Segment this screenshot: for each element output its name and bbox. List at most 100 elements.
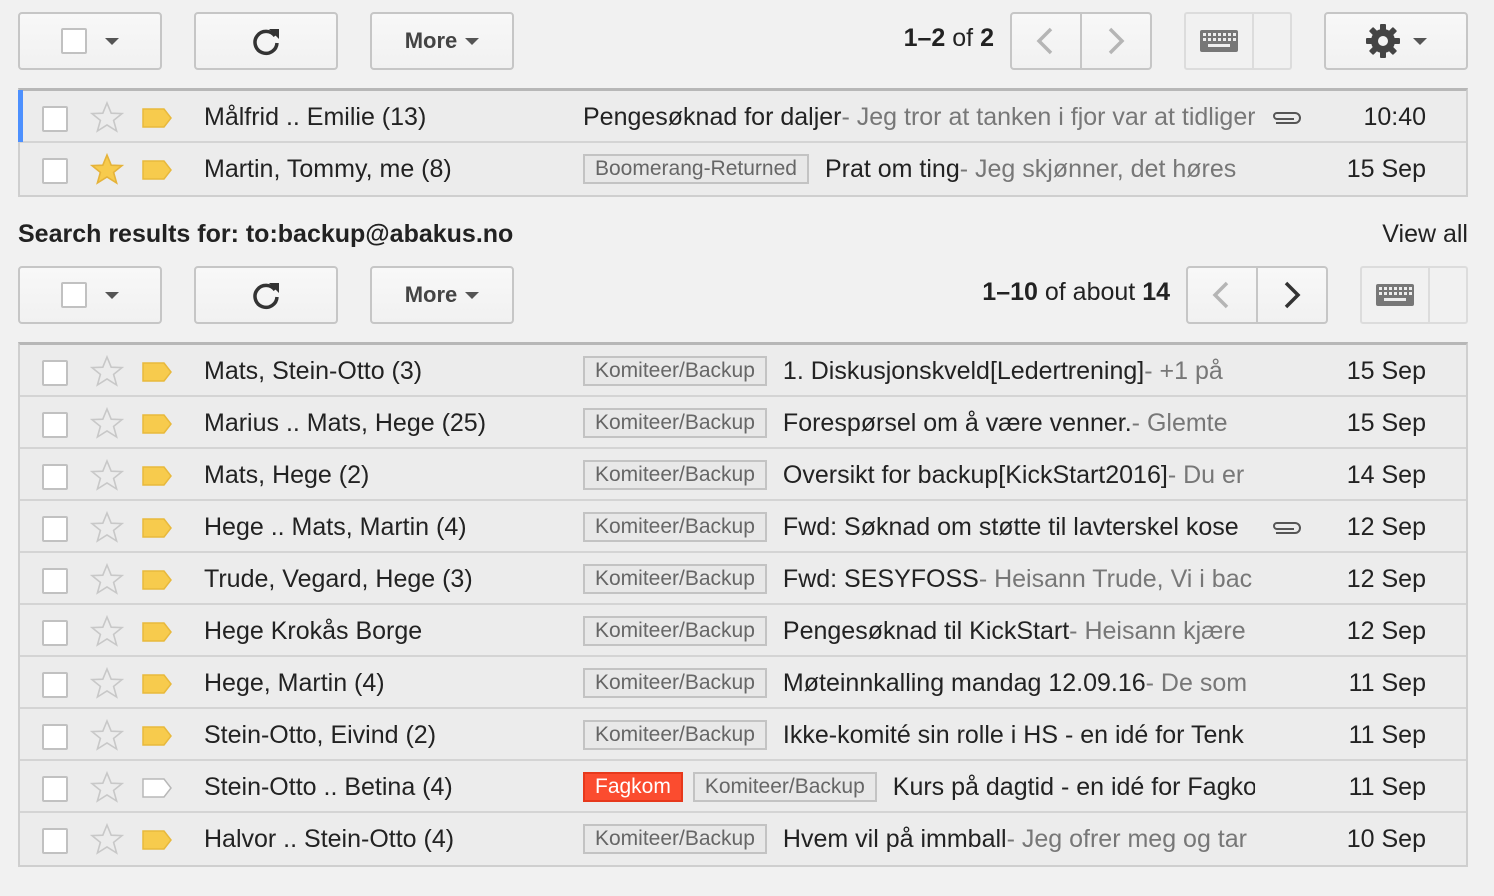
star-icon[interactable] [90,823,124,857]
star-icon[interactable] [90,615,124,649]
select-all-checkbox[interactable] [61,282,87,308]
date: 14 Sep [1346,461,1426,489]
important-marker-icon[interactable] [142,570,172,590]
star-icon[interactable] [90,667,124,701]
message-row[interactable]: Martin, Tommy, me (8) Boomerang-Returned P… [20,143,1466,195]
label-chip[interactable]: Komiteer/Backup [583,668,767,698]
message-content[interactable]: Komiteer/Backup Fwd: SESYFOSS - Heisann T… [583,553,1255,605]
message-content[interactable]: Komiteer/Backup 1. Diskusjonskveld[Ledert… [583,345,1255,397]
row-checkbox[interactable] [42,672,68,698]
message-row[interactable]: Mats, Hege (2) Komiteer/Backup Oversikt fo… [20,449,1466,501]
more-button[interactable]: More [370,266,514,324]
label-chip[interactable]: Komiteer/Backup [583,356,767,386]
more-label: More [404,282,458,307]
row-checkbox[interactable] [42,620,68,646]
important-marker-icon[interactable] [142,108,172,128]
star-icon[interactable] [90,563,124,597]
important-marker-icon[interactable] [142,160,172,180]
refresh-button[interactable] [194,266,338,324]
label-chip[interactable]: Komiteer/Backup [583,512,767,542]
older-button[interactable] [1080,14,1148,68]
more-button[interactable]: More [370,12,514,70]
label-chip[interactable]: Komiteer/Backup [583,720,767,750]
input-tools-button[interactable] [1360,266,1468,324]
message-content[interactable]: Pengesøknad for daljer - Jeg tror at tan… [583,91,1255,143]
message-content[interactable]: Komiteer/Backup Ikke-komité sin rolle i H… [583,709,1255,761]
row-checkbox[interactable] [42,158,68,184]
newer-button[interactable] [1188,268,1256,322]
label-chip[interactable]: Komiteer/Backup [583,460,767,490]
select-all-checkbox[interactable] [61,28,87,54]
important-marker-icon[interactable] [142,518,172,538]
message-content[interactable]: Komiteer/Backup Møteinnkalling mandag 12.… [583,657,1255,709]
row-checkbox[interactable] [42,516,68,542]
message-row[interactable]: Halvor .. Stein-Otto (4) Komiteer/Backup H… [20,813,1466,865]
sender: Stein-Otto .. Betina (4) [204,773,453,801]
row-checkbox[interactable] [42,724,68,750]
message-content[interactable]: Fagkom Komiteer/Backup Kurs på dagtid - en… [583,761,1255,813]
select-all-dropdown[interactable] [18,266,162,324]
row-checkbox[interactable] [42,464,68,490]
star-icon[interactable] [90,101,124,135]
older-button[interactable] [1256,268,1324,322]
row-checkbox[interactable] [42,106,68,132]
input-tools-button[interactable] [1184,12,1292,70]
view-all-link[interactable]: View all [1382,220,1468,249]
message-content[interactable]: Boomerang-Returned Prat om ting - Jeg skj… [583,143,1255,195]
star-filled-icon[interactable] [90,153,124,187]
star-icon[interactable] [90,771,124,805]
message-row[interactable]: Stein-Otto, Eivind (2) Komiteer/Backup Ikk… [20,709,1466,761]
message-row[interactable]: Marius .. Mats, Hege (25) Komiteer/Backup… [20,397,1466,449]
snippet: - Heisann kjære [1069,616,1246,645]
label-chip[interactable]: Komiteer/Backup [583,408,767,438]
label-chip[interactable]: Boomerang-Returned [583,154,809,184]
important-marker-icon[interactable] [142,726,172,746]
label-chip[interactable]: Komiteer/Backup [583,616,767,646]
star-icon[interactable] [90,355,124,389]
row-checkbox[interactable] [42,568,68,594]
message-content[interactable]: Komiteer/Backup Forespørsel om å være ven… [583,397,1255,449]
message-content[interactable]: Komiteer/Backup Pengesøknad til KickStart… [583,605,1255,657]
message-row[interactable]: Målfrid .. Emilie (13) Pengesøknad for da… [18,90,1466,143]
row-checkbox[interactable] [42,412,68,438]
message-row[interactable]: Mats, Stein-Otto (3) Komiteer/Backup 1. Di… [20,345,1466,397]
message-row[interactable]: Stein-Otto .. Betina (4) Fagkom Komiteer/B… [20,761,1466,813]
keyboard-icon [1376,284,1414,306]
message-row[interactable]: Hege Krokås Borge Komiteer/Backup Pengesøk… [20,605,1466,657]
important-marker-icon[interactable] [142,414,172,434]
message-content[interactable]: Komiteer/Backup Oversikt for backup[KickS… [583,449,1255,501]
keyboard-toggle[interactable] [1362,268,1430,322]
keyboard-toggle[interactable] [1186,14,1254,68]
refresh-icon [253,283,279,310]
row-checkbox[interactable] [42,360,68,386]
star-icon[interactable] [90,719,124,753]
refresh-button[interactable] [194,12,338,70]
star-icon[interactable] [90,407,124,441]
input-tools-dropdown[interactable] [1254,14,1290,68]
select-all-dropdown[interactable] [18,12,162,70]
newer-button[interactable] [1012,14,1080,68]
label-chip[interactable]: Komiteer/Backup [583,824,767,854]
input-tools-dropdown[interactable] [1430,268,1466,322]
star-icon[interactable] [90,511,124,545]
important-marker-icon[interactable] [142,674,172,694]
star-icon[interactable] [90,459,124,493]
important-marker-icon[interactable] [142,362,172,382]
sender: Hege .. Mats, Martin (4) [204,513,467,541]
row-checkbox[interactable] [42,828,68,854]
settings-button[interactable] [1324,12,1468,70]
label-chip[interactable]: Komiteer/Backup [692,772,877,802]
message-content[interactable]: Komiteer/Backup Fwd: Søknad om støtte til… [583,501,1255,553]
important-marker-icon[interactable] [142,830,172,850]
message-row[interactable]: Hege .. Mats, Martin (4) Komiteer/Backup F… [20,501,1466,553]
message-row[interactable]: Hege, Martin (4) Komiteer/Backup Møteinnka… [20,657,1466,709]
row-checkbox[interactable] [42,776,68,802]
label-chip[interactable]: Fagkom [583,772,683,802]
label-chip[interactable]: Komiteer/Backup [583,564,767,594]
message-row[interactable]: Trude, Vegard, Hege (3) Komiteer/Backup Fw… [20,553,1466,605]
message-content[interactable]: Komiteer/Backup Hvem vil på immball - Jeg… [583,813,1255,865]
important-marker-icon[interactable] [142,622,172,642]
not-important-marker-icon[interactable] [142,778,172,798]
important-marker-icon[interactable] [142,466,172,486]
snippet: - De som [1145,668,1248,697]
